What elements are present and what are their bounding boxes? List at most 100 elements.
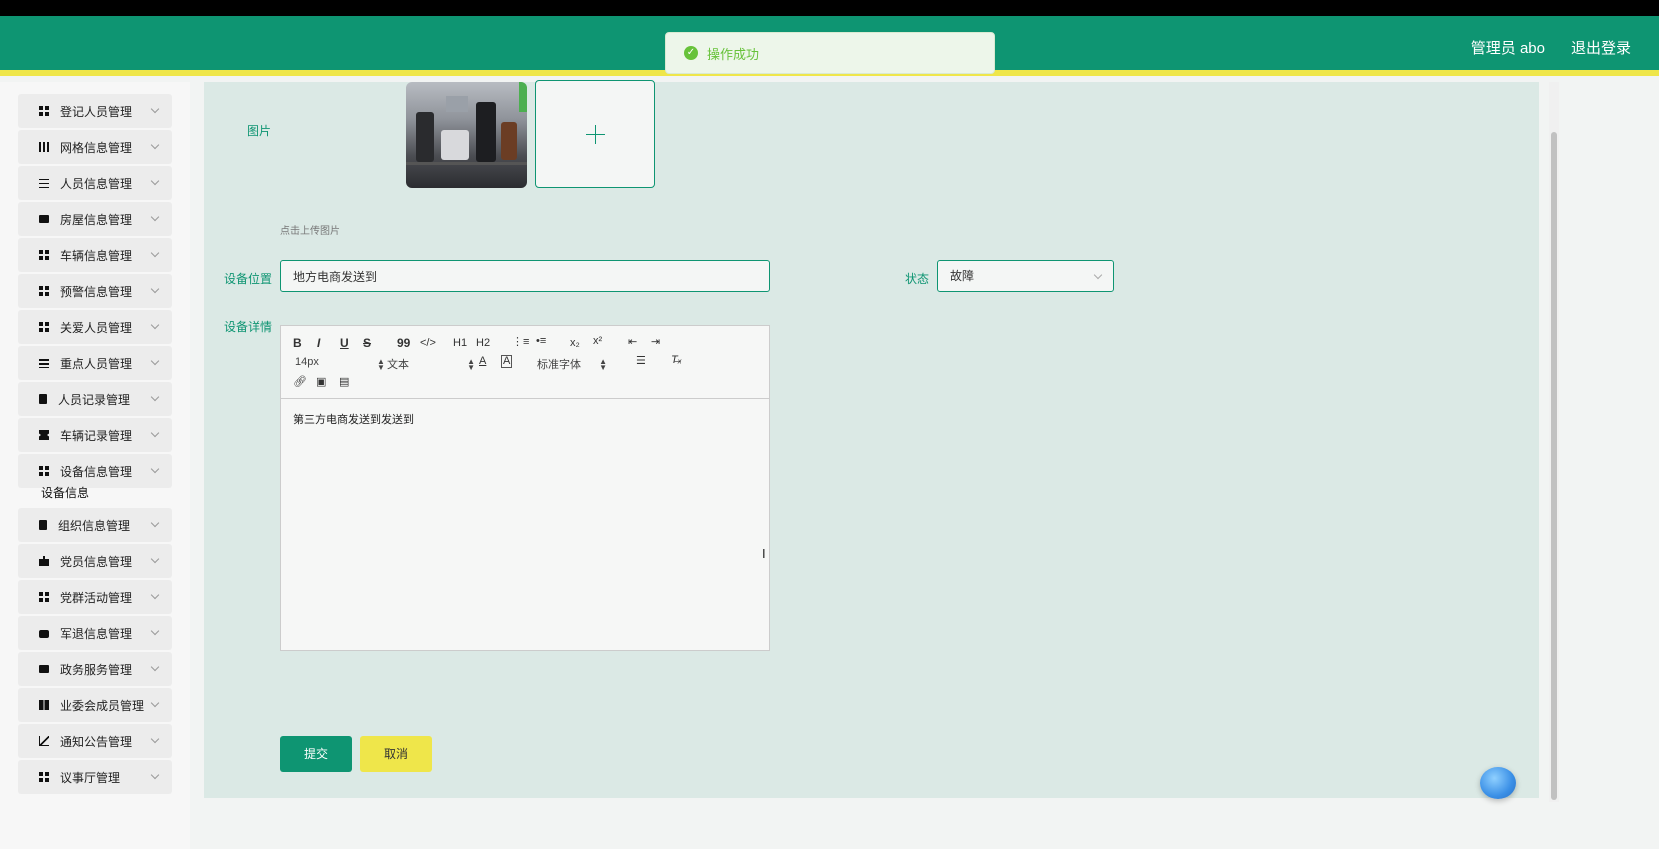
sidebar-item-council-hall[interactable]: 议事厅管理 (18, 760, 172, 794)
chevron-down-icon (150, 464, 160, 474)
editor-content[interactable]: 第三方电商发送到发送到 (293, 411, 414, 427)
grid-icon (39, 250, 49, 260)
chevron-down-icon (150, 104, 160, 114)
sidebar-item-label: 人员记录管理 (58, 392, 131, 407)
italic-button[interactable]: I (317, 336, 320, 350)
grid-icon (39, 106, 49, 116)
status-label: 状态 (905, 272, 930, 286)
bullet-list-icon[interactable]: •≡ (536, 335, 546, 347)
sidebar-item-label: 车辆记录管理 (60, 428, 133, 443)
grid-icon (39, 772, 49, 782)
image-upload-button[interactable] (535, 80, 655, 188)
underline-button[interactable]: U (340, 336, 349, 350)
sidebar-item-veteran-info[interactable]: 军退信息管理 (18, 616, 172, 650)
sidebar: 登记人员管理 网格信息管理 人员信息管理 房屋信息管理 车辆信息管理 预警信息管… (0, 82, 190, 849)
sidebar-item-notice[interactable]: 通知公告管理 (18, 724, 172, 758)
sidebar-item-key-person[interactable]: 重点人员管理 (18, 346, 172, 380)
bold-button[interactable]: B (293, 336, 302, 350)
success-toast: ✓ 操作成功 (665, 32, 995, 74)
sidebar-item-label: 党员信息管理 (60, 554, 133, 569)
sidebar-item-label: 设备信息管理 (60, 464, 133, 479)
background-color-icon[interactable]: A (501, 355, 513, 368)
sidebar-item-grid-info[interactable]: 网格信息管理 (18, 130, 172, 164)
check-circle-icon: ✓ (684, 46, 698, 60)
plus-icon (595, 125, 596, 144)
image-detail (441, 130, 469, 160)
sidebar-item-party-member[interactable]: 党员信息管理 (18, 544, 172, 578)
grid-nine-icon (39, 142, 49, 152)
sidebar-item-org-info[interactable]: 组织信息管理 (18, 508, 172, 542)
floating-assistant-icon[interactable] (1480, 767, 1516, 799)
ordered-list-icon[interactable]: ⋮≡ (512, 335, 529, 348)
updown-icon: ▲ ▼ (376, 357, 385, 372)
outdent-icon[interactable]: ⇤ (628, 335, 637, 348)
sidebar-item-warning-info[interactable]: 预警信息管理 (18, 274, 172, 308)
image-detail (501, 122, 517, 160)
font-family-select[interactable]: 标准字体 ▲ ▼ (537, 356, 607, 372)
sidebar-item-label: 车辆信息管理 (60, 248, 133, 263)
sidebar-item-party-activity[interactable]: 党群活动管理 (18, 580, 172, 614)
bag-icon (39, 556, 49, 566)
details-label: 设备详情 (224, 320, 273, 334)
video-icon[interactable]: ▤ (339, 375, 349, 388)
sidebar-item-committee-member[interactable]: 业委会成员管理 (18, 688, 172, 722)
sidebar-item-label: 议事厅管理 (60, 770, 121, 785)
sidebar-item-label: 关爱人员管理 (60, 320, 133, 335)
align-icon[interactable]: ☰ (636, 354, 646, 367)
logout-link[interactable]: 退出登录 (1571, 37, 1631, 58)
code-button[interactable]: </> (420, 337, 436, 349)
subscript-icon[interactable]: x₂ (570, 337, 580, 349)
blockquote-button[interactable]: 99 (397, 336, 410, 350)
sidebar-item-care-person[interactable]: 关爱人员管理 (18, 310, 172, 344)
chevron-down-icon (150, 698, 160, 708)
font-size-value: 14px (295, 356, 319, 368)
superscript-icon[interactable]: x² (593, 335, 602, 347)
chevron-down-icon (150, 248, 160, 258)
image-icon[interactable]: ▣ (316, 375, 326, 388)
sidebar-item-house-info[interactable]: 房屋信息管理 (18, 202, 172, 236)
clipboard-icon (39, 520, 47, 530)
font-size-select[interactable]: 14px ▲ ▼ (295, 356, 385, 372)
chevron-down-icon (150, 590, 160, 600)
toast-message: 操作成功 (707, 46, 760, 62)
submit-button[interactable]: 提交 (280, 736, 352, 772)
indent-icon[interactable]: ⇥ (651, 335, 660, 348)
status-select[interactable]: 故障 (937, 260, 1114, 292)
chevron-down-icon (150, 554, 160, 564)
sidebar-item-gov-service[interactable]: 政务服务管理 (18, 652, 172, 686)
sidebar-subitem-device-info[interactable]: 设备信息 (41, 484, 89, 501)
scrollbar-thumb[interactable] (1551, 132, 1557, 800)
clear-format-icon[interactable]: T̶ₓ (671, 354, 682, 366)
paragraph-select[interactable]: 文本 ▲ ▼ (387, 356, 475, 372)
h2-button[interactable]: H2 (476, 337, 490, 349)
status-selected-value: 故障 (950, 269, 975, 283)
list-icon (39, 358, 49, 368)
sidebar-item-vehicle-info[interactable]: 车辆信息管理 (18, 238, 172, 272)
sidebar-item-label: 网格信息管理 (60, 140, 133, 155)
chevron-down-icon (150, 662, 160, 672)
sidebar-item-device-info[interactable]: 设备信息管理 (18, 454, 172, 488)
image-detail (519, 82, 527, 112)
strike-button[interactable]: S (363, 336, 371, 350)
font-color-icon[interactable]: A (479, 355, 486, 367)
chevron-down-icon (1093, 270, 1103, 280)
uploaded-image-thumbnail[interactable] (406, 82, 527, 188)
h1-button[interactable]: H1 (453, 337, 467, 349)
sidebar-item-person-record[interactable]: 人员记录管理 (18, 382, 172, 416)
chevron-down-icon (150, 770, 160, 780)
sidebar-item-person-info[interactable]: 人员信息管理 (18, 166, 172, 200)
chevron-down-icon (150, 734, 160, 744)
user-label: 管理员 abo (1470, 40, 1545, 57)
sidebar-item-label: 预警信息管理 (60, 284, 133, 299)
image-detail (406, 162, 527, 165)
sidebar-item-label: 房屋信息管理 (60, 212, 133, 227)
cancel-button[interactable]: 取消 (360, 736, 432, 772)
editor-toolbar: B I U S 99 </> H1 H2 ⋮≡ •≡ x₂ x² ⇤ ⇥ 14p… (281, 326, 769, 399)
chevron-down-icon (150, 518, 160, 528)
page-scrollbar[interactable] (1549, 82, 1559, 802)
location-input[interactable] (280, 260, 770, 292)
link-icon[interactable]: 🔗︎ (293, 375, 307, 388)
sidebar-item-register[interactable]: 登记人员管理 (18, 94, 172, 128)
sidebar-item-vehicle-record[interactable]: 车辆记录管理 (18, 418, 172, 452)
font-family-value: 标准字体 (537, 359, 581, 371)
